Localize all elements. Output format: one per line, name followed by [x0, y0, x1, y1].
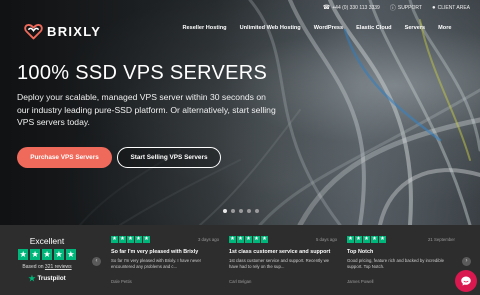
phone-icon: ☎ [322, 5, 331, 11]
phone-number: +44 (0) 330 113 3339 [332, 4, 380, 11]
main-nav: Reseller Hosting Unlimited Web Hosting W… [176, 25, 458, 31]
nav-item-unlimited-web-hosting[interactable]: Unlimited Web Hosting [233, 25, 307, 31]
star-icon: ★ [119, 236, 126, 243]
star-icon: ★ [237, 236, 244, 243]
trustpilot-logo[interactable]: ★ Trustpilot [18, 274, 76, 283]
nav-item-reseller-hosting[interactable]: Reseller Hosting [176, 25, 233, 31]
star-icon: ★ [363, 236, 370, 243]
purchase-vps-button[interactable]: Purchase VPS Servers [17, 147, 112, 168]
nav-item-wordpress[interactable]: WordPress [307, 25, 349, 31]
support-link[interactable]: ⓘ SUPPORT [389, 3, 422, 13]
review-date: 21 September [428, 237, 455, 242]
slider-dot-2[interactable] [231, 209, 235, 213]
carousel-next-arrow[interactable]: › [462, 257, 471, 266]
star-icon: ★ [111, 236, 118, 243]
nav-item-elastic-cloud[interactable]: Elastic Cloud [350, 25, 398, 31]
star-icon: ★ [245, 236, 252, 243]
star-icon: ★ [253, 236, 260, 243]
star-icon: ★ [379, 236, 386, 243]
trustpilot-brand: Trustpilot [37, 275, 66, 282]
nav-item-more[interactable]: More [432, 25, 458, 31]
star-icon: ★ [53, 249, 65, 260]
rating-word: Excellent [29, 236, 65, 246]
review-title: Top Notch [347, 249, 374, 255]
star-icon: ★ [41, 249, 53, 260]
slider-dot-3[interactable] [239, 209, 243, 213]
hero-subtext: Deploy your scalable, managed VPS server… [17, 92, 276, 127]
slider-dot-4[interactable] [247, 209, 251, 213]
star-icon: ★ [135, 236, 142, 243]
review-count-link[interactable]: 321 reviews [45, 264, 72, 270]
brand-name: BRIXLY [47, 24, 102, 39]
review-card[interactable]: ★ ★ ★ ★ ★ 21 September Top Notch Good pricin… [347, 236, 455, 284]
start-selling-vps-button[interactable]: Start Selling VPS Servers [117, 147, 221, 168]
carousel-prev-arrow[interactable]: ‹ [92, 257, 101, 266]
slider-dot-1[interactable] [223, 209, 227, 213]
review-body: 1st class customer service and support. … [229, 258, 330, 269]
brand-logo[interactable]: BRIXLY [24, 23, 101, 40]
brixly-heart-icon [24, 23, 43, 40]
user-icon: ● [431, 4, 436, 11]
nav-item-servers[interactable]: Servers [398, 25, 432, 31]
review-body: Good pricing, feature rich and backed by… [347, 258, 444, 269]
star-icon: ★ [229, 236, 236, 243]
top-utility-bar: ☎ +44 (0) 330 113 3339 ⓘ SUPPORT ● CLIEN… [322, 3, 470, 13]
trustpilot-summary: Excellent ★ ★ ★ ★ ★ Based on 321 reviews… [17, 236, 77, 283]
phone-link[interactable]: ☎ +44 (0) 330 113 3339 [322, 4, 380, 12]
star-icon: ★ [261, 236, 268, 243]
review-author: Dale Pettis [111, 279, 132, 284]
review-author: Carl Belgan [229, 279, 252, 284]
star-icon: ★ [371, 236, 378, 243]
trustpilot-star-icon: ★ [28, 274, 36, 283]
slider-dots [223, 209, 259, 213]
review-title: So far I'm very pleased with Brixly [111, 249, 199, 255]
slider-dot-5[interactable] [255, 209, 259, 213]
review-date: 3 days ago [197, 237, 219, 242]
star-icon: ★ [143, 236, 150, 243]
summary-stars: ★ ★ ★ ★ ★ [17, 249, 77, 260]
hero-headline: 100% SSD VPS SERVERS [17, 62, 268, 84]
review-date: 5 days ago [315, 237, 337, 242]
question-icon: ⓘ [389, 6, 396, 12]
review-count: Based on 321 reviews [18, 264, 76, 270]
review-title: 1st class customer service and support [229, 249, 331, 255]
based-on-prefix: Based on [22, 264, 44, 270]
review-author: James Powell [347, 279, 374, 284]
star-icon: ★ [355, 236, 362, 243]
star-icon: ★ [17, 249, 29, 260]
chat-launcher-button[interactable] [455, 270, 477, 292]
client-area-link[interactable]: ● CLIENT AREA [432, 5, 470, 11]
star-icon: ★ [65, 249, 77, 260]
star-icon: ★ [347, 236, 354, 243]
review-card[interactable]: ★ ★ ★ ★ ★ 5 days ago 1st class customer serv… [229, 236, 337, 284]
star-icon: ★ [127, 236, 134, 243]
chat-bubble-icon [461, 276, 471, 286]
review-card[interactable]: ★ ★ ★ ★ ★ 3 days ago So far I'm very pleased… [111, 236, 219, 284]
star-icon: ★ [29, 249, 41, 260]
client-area-label: CLIENT AREA [437, 4, 470, 11]
support-label: SUPPORT [397, 4, 422, 11]
review-body: So far I'm very pleased with Brixly. I h… [111, 258, 202, 269]
